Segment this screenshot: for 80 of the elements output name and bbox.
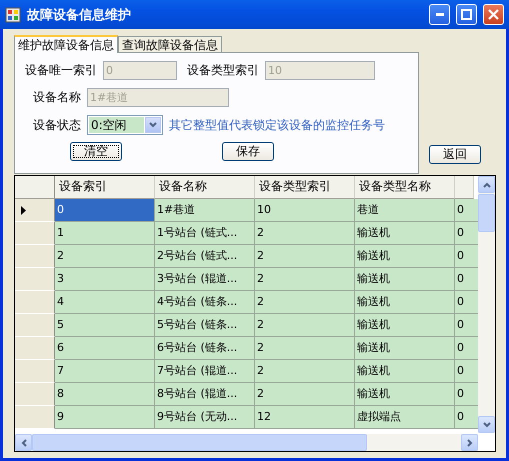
table-cell: 2 — [255, 383, 355, 406]
column-header[interactable]: 设备类型名称 — [355, 176, 455, 199]
vertical-scrollbar[interactable] — [478, 176, 495, 433]
minimize-icon — [436, 13, 444, 16]
scroll-up-button[interactable] — [478, 176, 495, 193]
scroll-right-button[interactable] — [461, 434, 478, 451]
table-cell: 2 — [55, 245, 155, 268]
window-title: 故障设备信息维护 — [27, 6, 132, 24]
hint-text: 其它整型值代表锁定该设备的监控任务号 — [169, 116, 385, 134]
table-cell: 9号站台 (无动... — [155, 406, 255, 429]
table-cell: 5号站台 (链条... — [155, 314, 255, 337]
table-cell: 巷道 — [355, 199, 455, 222]
table-cell: 8号站台 (辊道... — [155, 383, 255, 406]
table-cell: 2 — [255, 337, 355, 360]
table-cell: 输送机 — [355, 222, 455, 245]
back-button[interactable]: 返回 — [429, 145, 481, 164]
field-label: 设备唯一索引 — [25, 62, 97, 79]
chevron-down-icon — [149, 122, 157, 128]
table-cell: 9 — [55, 406, 155, 429]
column-header[interactable]: 设备索引 — [55, 176, 155, 199]
table-cell: 2 — [255, 245, 355, 268]
table-cell: 输送机 — [355, 360, 455, 383]
scroll-left-button[interactable] — [15, 434, 32, 451]
chevron-right-icon — [466, 438, 472, 446]
column-header[interactable]: 设备名称 — [155, 176, 255, 199]
table-cell: 2 — [255, 291, 355, 314]
table-cell: 2 — [255, 360, 355, 383]
scroll-thumb[interactable] — [32, 434, 367, 451]
table-cell: 3号站台 (辊道... — [155, 268, 255, 291]
tab[interactable]: 维护故障设备信息 — [14, 35, 118, 53]
table-cell: 2 — [255, 222, 355, 245]
table-cell: 4号站台 (链条... — [155, 291, 255, 314]
column-header[interactable]: 设备类型索引 — [255, 176, 355, 199]
table-cell: 输送机 — [355, 337, 455, 360]
table-cell: 输送机 — [355, 314, 455, 337]
app-icon — [5, 6, 21, 22]
table-cell: 2 — [255, 268, 355, 291]
table-cell: 2号站台 (链式... — [155, 245, 255, 268]
table-cell: 12 — [255, 406, 355, 429]
horizontal-scrollbar[interactable] — [15, 434, 478, 451]
table-cell: 6 — [55, 337, 155, 360]
table-cell: 4 — [55, 291, 155, 314]
minimize-button[interactable] — [429, 4, 450, 25]
table-cell: 1#巷道 — [155, 199, 255, 222]
tab[interactable]: 查询故障设备信息 — [118, 36, 222, 52]
maximize-button[interactable] — [456, 4, 477, 25]
chevron-up-icon — [482, 182, 490, 188]
dropdown-button[interactable] — [145, 117, 161, 133]
column-header[interactable] — [455, 176, 474, 199]
table-cell: 1号站台 (链式... — [155, 222, 255, 245]
table-cell: 6号站台 (链条... — [155, 337, 255, 360]
table-cell: 2 — [255, 314, 355, 337]
current-row-icon — [21, 206, 26, 214]
table-cell: 输送机 — [355, 291, 455, 314]
table-cell: 3 — [55, 268, 155, 291]
close-icon — [488, 9, 499, 20]
chevron-left-icon — [20, 438, 26, 446]
table-cell: 5 — [55, 314, 155, 337]
table-cell: 1 — [55, 222, 155, 245]
table-cell: 7号站台 (辊道... — [155, 360, 255, 383]
scroll-thumb[interactable] — [478, 194, 495, 232]
table-cell: 8 — [55, 383, 155, 406]
field-label: 设备类型索引 — [187, 62, 259, 79]
close-button[interactable] — [483, 4, 504, 25]
chevron-down-icon — [482, 422, 490, 428]
field-label: 设备状态 — [33, 116, 81, 134]
table-cell: 0 — [55, 199, 155, 222]
table-cell: 10 — [255, 199, 355, 222]
field-label: 设备名称 — [33, 89, 81, 106]
action-button[interactable]: 保存 — [222, 142, 274, 161]
maximize-icon — [461, 9, 472, 20]
action-button[interactable]: 清空 — [70, 142, 122, 161]
table-cell: 虚拟端点 — [355, 406, 455, 429]
table-cell: 输送机 — [355, 268, 455, 291]
table-cell: 输送机 — [355, 383, 455, 406]
row-header[interactable] — [15, 199, 55, 222]
table-cell: 7 — [55, 360, 155, 383]
status-dropdown[interactable]: 0:空闲 — [87, 115, 163, 135]
table-cell: 输送机 — [355, 245, 455, 268]
scroll-down-button[interactable] — [478, 416, 495, 433]
